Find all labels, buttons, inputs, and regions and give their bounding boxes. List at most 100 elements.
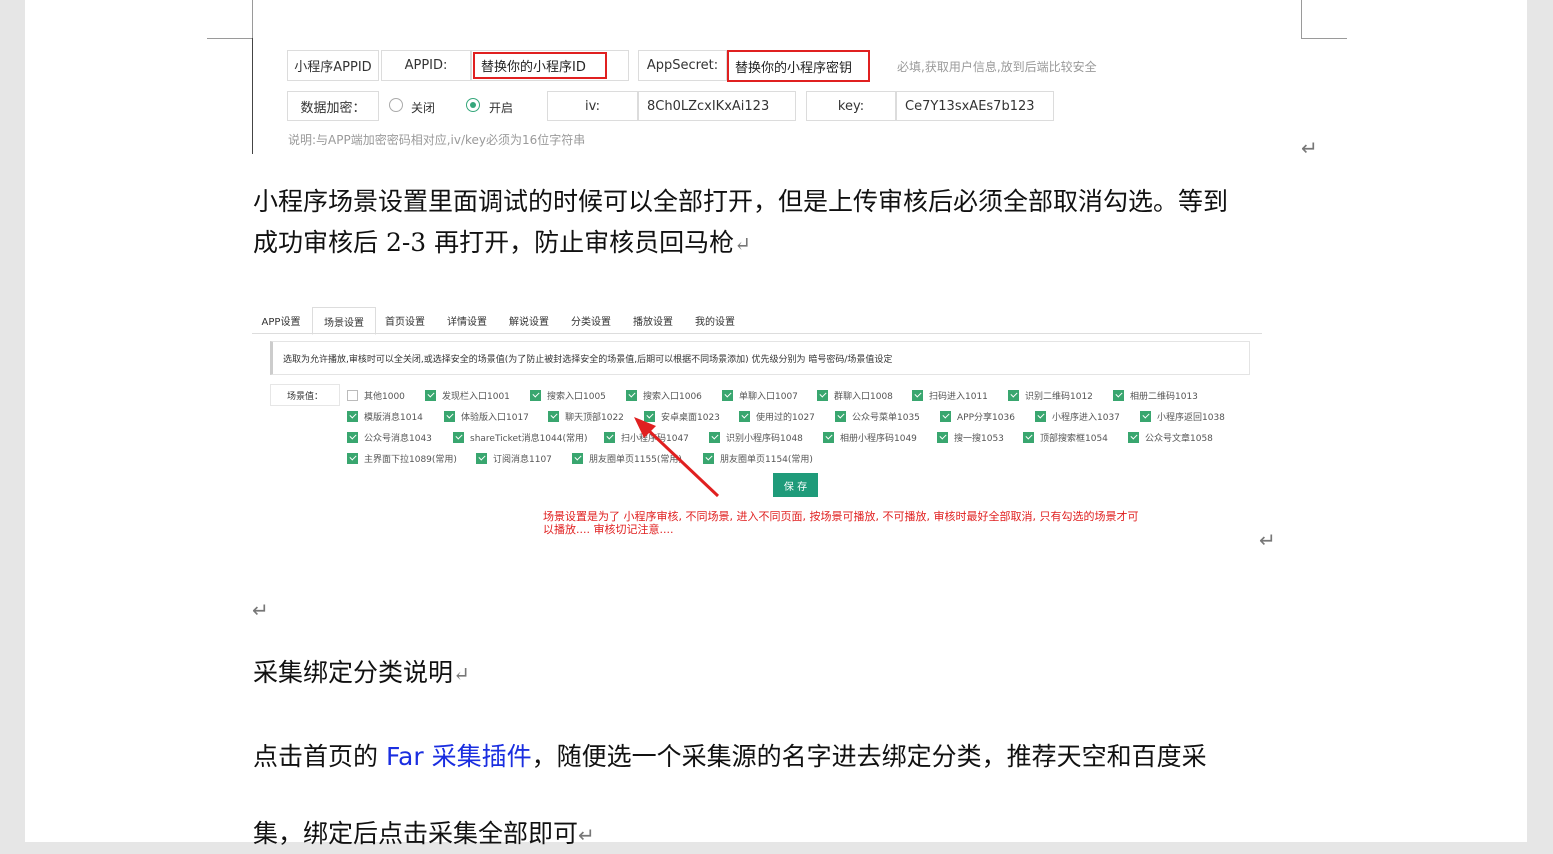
paragraph-scene-line2: 成功审核后 2-3 再打开，防止审核员回马枪↵ xyxy=(253,224,751,263)
scene-checkbox[interactable]: 小程序进入1037 xyxy=(1035,410,1120,423)
scene-notice: 选取为允许播放,审核时可以全关闭,或选择安全的场景值(为了防止被封选择安全的场景… xyxy=(270,341,1250,375)
scene-checkbox[interactable]: 其他1000 xyxy=(347,389,405,402)
encryption-on-radio[interactable] xyxy=(466,98,480,112)
checkbox-checked-icon[interactable] xyxy=(940,410,951,422)
scene-checkbox[interactable]: 相册二维码1013 xyxy=(1113,389,1198,402)
scene-checkbox[interactable]: 使用过的1027 xyxy=(739,410,815,423)
tab-item[interactable]: 播放设置 xyxy=(622,307,684,333)
tab-item[interactable]: 分类设置 xyxy=(560,307,622,333)
scene-checkbox[interactable]: APP分享1036 xyxy=(940,410,1015,423)
scene-checkbox-label: 订阅消息1107 xyxy=(493,454,552,465)
scene-checkbox[interactable]: 扫码进入1011 xyxy=(912,389,988,402)
checkbox-checked-icon[interactable] xyxy=(1035,410,1046,422)
checkbox-checked-icon[interactable] xyxy=(347,410,358,422)
far-plugin-link[interactable]: Far 采集插件 xyxy=(386,742,532,771)
scene-annotation-line2: 以播放.... 审核切记注意.... xyxy=(543,523,674,536)
scene-checkbox[interactable]: 公众号菜单1035 xyxy=(835,410,920,423)
paragraph-plugin-prefix: 点击首页的 xyxy=(253,742,386,771)
scene-checkbox[interactable]: 群聊入口1008 xyxy=(817,389,893,402)
checkbox-checked-icon[interactable] xyxy=(548,410,559,422)
tab-item[interactable]: 首页设置 xyxy=(374,307,436,333)
checkbox-checked-icon[interactable] xyxy=(739,410,750,422)
scene-checkbox[interactable]: 识别二维码1012 xyxy=(1008,389,1093,402)
save-button[interactable]: 保 存 xyxy=(773,473,818,497)
scene-checkbox-label: 公众号菜单1035 xyxy=(852,412,920,423)
checkbox-checked-icon[interactable] xyxy=(425,389,436,401)
appid-input[interactable]: 替换你的小程序ID xyxy=(473,52,607,79)
scene-checkbox[interactable]: 相册小程序码1049 xyxy=(823,431,917,444)
checkbox-checked-icon[interactable] xyxy=(626,389,637,401)
checkbox-checked-icon[interactable] xyxy=(604,431,615,443)
appid-label: APPID: xyxy=(381,50,471,81)
scene-checkbox-label: 小程序进入1037 xyxy=(1052,412,1120,423)
scene-checkbox[interactable]: 小程序返回1038 xyxy=(1140,410,1225,423)
encryption-off-label: 关闭 xyxy=(411,101,436,115)
checkbox-checked-icon[interactable] xyxy=(572,452,583,464)
scene-checkbox[interactable]: 搜索入口1006 xyxy=(626,389,702,402)
empty-paragraph-mark: ↵ xyxy=(252,598,269,622)
checkbox-unchecked-icon[interactable] xyxy=(347,389,358,401)
paragraph-mark: ↵ xyxy=(453,662,470,686)
checkbox-checked-icon[interactable] xyxy=(1113,389,1124,401)
scene-checkbox[interactable]: 聊天顶部1022 xyxy=(548,410,624,423)
checkbox-checked-icon[interactable] xyxy=(1140,410,1151,422)
paragraph-plugin-line1: 点击首页的 Far 采集插件，随便选一个采集源的名字进去绑定分类，推荐天空和百度… xyxy=(253,738,1207,776)
paragraph-mark: ↵ xyxy=(578,823,595,847)
encryption-label: 数据加密： xyxy=(287,91,379,121)
scene-checkbox-label: 扫码进入1011 xyxy=(929,391,988,402)
scene-checkbox-label: 相册小程序码1049 xyxy=(840,433,917,444)
checkbox-checked-icon[interactable] xyxy=(453,431,464,443)
checkbox-checked-icon[interactable] xyxy=(347,452,358,464)
checkbox-checked-icon[interactable] xyxy=(476,452,487,464)
crop-mark-top-left xyxy=(207,0,253,39)
checkbox-checked-icon[interactable] xyxy=(823,431,834,443)
scene-checkbox[interactable]: 发现栏入口1001 xyxy=(425,389,510,402)
scene-checkbox[interactable]: 主界面下拉1089(常用) xyxy=(347,452,457,465)
scene-checkbox[interactable]: 体验版入口1017 xyxy=(444,410,529,423)
iv-label: iv: xyxy=(547,91,638,121)
checkbox-checked-icon[interactable] xyxy=(912,389,923,401)
checkbox-checked-icon[interactable] xyxy=(722,389,733,401)
tab-item[interactable]: 我的设置 xyxy=(684,307,746,333)
scene-checkbox-label: 主界面下拉1089(常用) xyxy=(364,454,457,465)
checkbox-checked-icon[interactable] xyxy=(347,431,358,443)
scene-checkbox-label: 公众号文章1058 xyxy=(1145,433,1213,444)
scene-checkbox[interactable]: 搜一搜1053 xyxy=(937,431,1004,444)
encryption-off-radio[interactable] xyxy=(389,98,403,112)
encryption-note: 说明:与APP端加密密码相对应,iv/key必须为16位字符串 xyxy=(288,133,586,147)
iv-input[interactable]: 8Ch0LZcxIKxAi123 xyxy=(638,91,796,121)
key-input[interactable]: Ce7Y13sxAEs7b123 xyxy=(896,91,1054,121)
scene-checkbox[interactable]: 顶部搜索框1054 xyxy=(1023,431,1108,444)
scene-checkbox[interactable]: 公众号文章1058 xyxy=(1128,431,1213,444)
checkbox-checked-icon[interactable] xyxy=(1023,431,1034,443)
paragraph-mark: ↵ xyxy=(1301,136,1318,160)
checkbox-checked-icon[interactable] xyxy=(817,389,828,401)
scene-checkbox[interactable]: 订阅消息1107 xyxy=(476,452,552,465)
tab-item[interactable]: 场景设置 xyxy=(312,307,376,335)
scene-checkbox[interactable]: 模版消息1014 xyxy=(347,410,423,423)
scene-checkbox[interactable]: 搜索入口1005 xyxy=(530,389,606,402)
scene-checkbox-label: 其他1000 xyxy=(364,391,405,402)
key-label: key: xyxy=(806,91,896,121)
scene-checkbox-label: 群聊入口1008 xyxy=(834,391,893,402)
checkbox-checked-icon[interactable] xyxy=(1008,389,1019,401)
scene-checkbox[interactable]: 公众号消息1043 xyxy=(347,431,432,444)
checkbox-checked-icon[interactable] xyxy=(1128,431,1139,443)
appsecret-input[interactable]: 替换你的小程序密钥 xyxy=(727,50,870,82)
scene-checkbox-label: 体验版入口1017 xyxy=(461,412,529,423)
scene-checkbox[interactable]: 单聊入口1007 xyxy=(722,389,798,402)
scene-checkbox-label: 朋友圈单页1154(常用) xyxy=(720,454,813,465)
scene-checkbox[interactable]: shareTicket消息1044(常用) xyxy=(453,431,588,444)
tab-item[interactable]: 详情设置 xyxy=(436,307,498,333)
scene-checkbox-label: 识别小程序码1048 xyxy=(726,433,803,444)
checkbox-checked-icon[interactable] xyxy=(444,410,455,422)
tab-item[interactable]: 解说设置 xyxy=(498,307,560,333)
scene-checkbox-label: 公众号消息1043 xyxy=(364,433,432,444)
checkbox-checked-icon[interactable] xyxy=(835,410,846,422)
scene-checkbox-label: 搜索入口1005 xyxy=(547,391,606,402)
paragraph-plugin-line2: 集，绑定后点击采集全部即可↵ xyxy=(253,815,595,854)
checkbox-checked-icon[interactable] xyxy=(937,431,948,443)
paragraph-scene-line1: 小程序场景设置里面调试的时候可以全部打开，但是上传审核后必须全部取消勾选。等到 xyxy=(253,187,1229,216)
tab-item[interactable]: APP设置 xyxy=(252,307,310,333)
checkbox-checked-icon[interactable] xyxy=(530,389,541,401)
